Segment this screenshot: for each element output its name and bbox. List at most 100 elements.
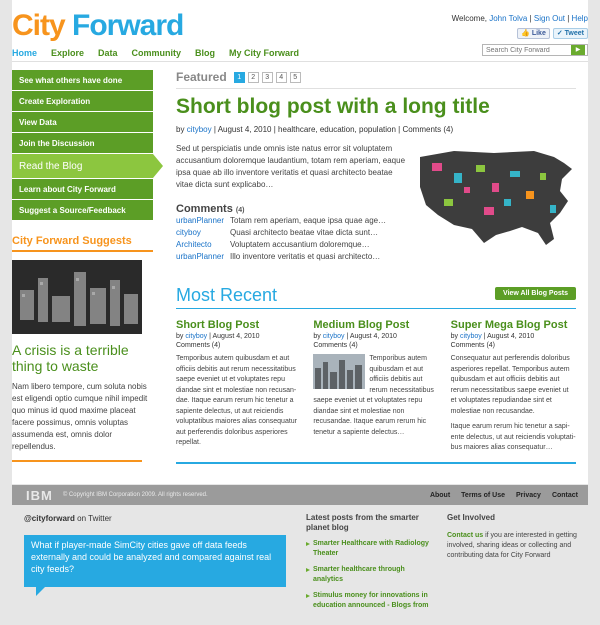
sidebar-item-join-the-discussion[interactable]: Join the Discussion	[12, 133, 153, 154]
get-involved: Get Involved Contact us if you are inter…	[447, 513, 577, 561]
comment-text: Totam rem aperiam, eaque ipsa quae age…	[230, 216, 387, 225]
post-title[interactable]: Short Blog Post	[176, 319, 301, 331]
ibm-logo[interactable]: IBM	[26, 488, 53, 503]
get-involved-text: Contact us if you are interested in gett…	[447, 531, 577, 561]
nav-home[interactable]: Home	[12, 48, 37, 58]
city-forward-logo[interactable]: City Forward	[12, 9, 184, 42]
comments-count: (4)	[235, 207, 245, 214]
nav-data[interactable]: Data	[98, 48, 118, 58]
most-recent-heading: Most Recent	[176, 285, 278, 305]
post-body: Temporibus autem quibusdam et aut offici…	[313, 354, 438, 438]
sidebar-item-view-data[interactable]: View Data	[12, 112, 153, 133]
help-link[interactable]: Help	[572, 14, 588, 23]
featured-meta: by cityboy | August 4, 2010 | healthcare…	[176, 125, 454, 134]
suggest-text: Nam libero tempore, cum soluta nobis est…	[12, 382, 148, 451]
post-author-link[interactable]: cityboy	[323, 333, 345, 340]
comment-user-link[interactable]: urbanPlanner	[176, 251, 230, 263]
logo-part-forward: Forward	[64, 9, 184, 42]
recent-posts: Short Blog Post by cityboy | August 4, 2…	[176, 319, 576, 454]
page-5-button[interactable]: 5	[289, 71, 301, 83]
tags-link[interactable]: healthcare, education, population	[278, 125, 396, 134]
most-recent-header: Most Recent View All Blog Posts	[176, 285, 576, 309]
social-buttons: 👍 Like ✓ Tweet	[517, 28, 588, 39]
post-comments-link[interactable]: Comments (4)	[451, 342, 576, 349]
main-content: Featured 1 2 3 4 5 Short blog post with …	[176, 70, 576, 464]
nav-divider	[12, 61, 588, 62]
sidebar-item-learn-about[interactable]: Learn about City Forward	[12, 179, 153, 200]
page-1-button[interactable]: 1	[233, 71, 245, 83]
by-label: by	[176, 125, 185, 134]
footer-link-contact[interactable]: Contact	[552, 492, 578, 499]
sign-out-link[interactable]: Sign Out	[534, 14, 565, 23]
featured-label: Featured	[176, 70, 227, 84]
user-link[interactable]: John Tolva	[489, 14, 527, 23]
latest-post-link[interactable]: Smarter Healthcare with Radiology Theate…	[306, 539, 432, 559]
latest-post-link[interactable]: Smarter healthcare through analytics	[306, 565, 432, 585]
suggests-heading: City Forward Suggests	[12, 235, 153, 252]
sidebar: See what others have done Create Explora…	[12, 70, 163, 462]
comment-row: urbanPlanner Illo inventore veritatis et …	[176, 251, 406, 263]
post-comments-link[interactable]: Comments (4)	[313, 342, 438, 349]
comments-link[interactable]: Comments (4)	[402, 125, 453, 134]
search-input[interactable]	[483, 45, 571, 55]
comment-text: Illo inventore veritatis et quasi archit…	[230, 252, 381, 261]
comment-row: cityboy Quasi architecto beatae vitae dic…	[176, 227, 406, 239]
page-2-button[interactable]: 2	[247, 71, 259, 83]
post-comments-link[interactable]: Comments (4)	[176, 342, 301, 349]
footer-links: About Terms of Use Privacy Contact	[430, 492, 578, 499]
page-4-button[interactable]: 4	[275, 71, 287, 83]
comment-user-link[interactable]: cityboy	[176, 227, 230, 239]
author-link[interactable]: cityboy	[187, 125, 212, 134]
suggest-divider	[12, 460, 142, 462]
welcome-text: Welcome,	[451, 14, 487, 23]
nav-blog[interactable]: Blog	[195, 48, 215, 58]
welcome-bar: Welcome, John Tolva | Sign Out | Help	[451, 14, 588, 23]
sidebar-item-see-what-others-have-done[interactable]: See what others have done	[12, 70, 153, 91]
post-meta: by cityboy | August 4, 2010	[313, 333, 397, 340]
twitter-suffix: on Twitter	[74, 514, 112, 523]
footer-link-privacy[interactable]: Privacy	[516, 492, 541, 499]
nav-explore[interactable]: Explore	[51, 48, 84, 58]
comment-row: urbanPlanner Totam rem aperiam, eaque ips…	[176, 215, 406, 227]
post-title[interactable]: Medium Blog Post	[313, 319, 438, 331]
post-city-photo[interactable]	[313, 354, 366, 389]
logo-part-city: City	[12, 9, 66, 42]
recent-post: Medium Blog Post by cityboy | August 4, …	[313, 319, 438, 454]
suggest-city-image[interactable]	[12, 260, 142, 334]
sidebar-item-create-exploration[interactable]: Create Exploration	[12, 91, 153, 112]
post-title[interactable]: Super Mega Blog Post	[451, 319, 576, 331]
contact-us-link[interactable]: Contact us	[447, 532, 483, 539]
suggest-title[interactable]: A crisis is a terrible thing to waste	[12, 342, 153, 374]
post-body-2: Itaque earum rerum hic tenetur a sapi-en…	[450, 423, 576, 451]
nav-my-city-forward[interactable]: My City Forward	[229, 48, 299, 58]
latest-posts-heading: Latest posts from the smarter planet blo…	[306, 513, 419, 532]
footer-link-about[interactable]: About	[430, 492, 450, 499]
like-label: Like	[531, 30, 546, 37]
nav-community[interactable]: Community	[132, 48, 182, 58]
post-author-link[interactable]: cityboy	[460, 333, 482, 340]
get-involved-heading: Get Involved	[447, 513, 496, 522]
like-button[interactable]: 👍 Like	[517, 28, 550, 39]
twitter-handle-link[interactable]: @cityforward	[24, 514, 75, 523]
sidebar-item-read-the-blog[interactable]: Read the Blog	[12, 154, 163, 179]
post-body: Temporibus autem quibusdam et aut offici…	[176, 355, 298, 446]
comment-user-link[interactable]: Architecto	[176, 239, 230, 251]
copyright-text: © Copyright IBM Corporation 2009. All ri…	[62, 492, 208, 498]
thumb-icon: 👍	[521, 30, 530, 37]
post-author-link[interactable]: cityboy	[185, 333, 207, 340]
tweet-bubble[interactable]: What if player-made SimCity cities gave …	[24, 535, 286, 596]
view-all-blog-posts-button[interactable]: View All Blog Posts	[495, 287, 576, 300]
footer-link-terms[interactable]: Terms of Use	[461, 492, 505, 499]
comment-user-link[interactable]: urbanPlanner	[176, 215, 230, 227]
search-button[interactable]: ▶	[571, 45, 585, 55]
search-box: ▶	[482, 44, 588, 56]
featured-title[interactable]: Short blog post with a long title	[176, 95, 576, 119]
page-3-button[interactable]: 3	[261, 71, 273, 83]
latest-post-link[interactable]: Stimulus money for innovations in educat…	[306, 591, 432, 611]
content-bottom-divider	[176, 462, 576, 464]
tweet-button[interactable]: ✓ Tweet	[552, 28, 588, 39]
sidebar-item-suggest-source[interactable]: Suggest a Source/Feedback	[12, 200, 153, 221]
us-map-image[interactable]	[414, 143, 576, 247]
comment-text: Voluptatem accusantium doloremque…	[230, 240, 370, 249]
twitter-heading: @cityforward on Twitter	[24, 514, 112, 523]
